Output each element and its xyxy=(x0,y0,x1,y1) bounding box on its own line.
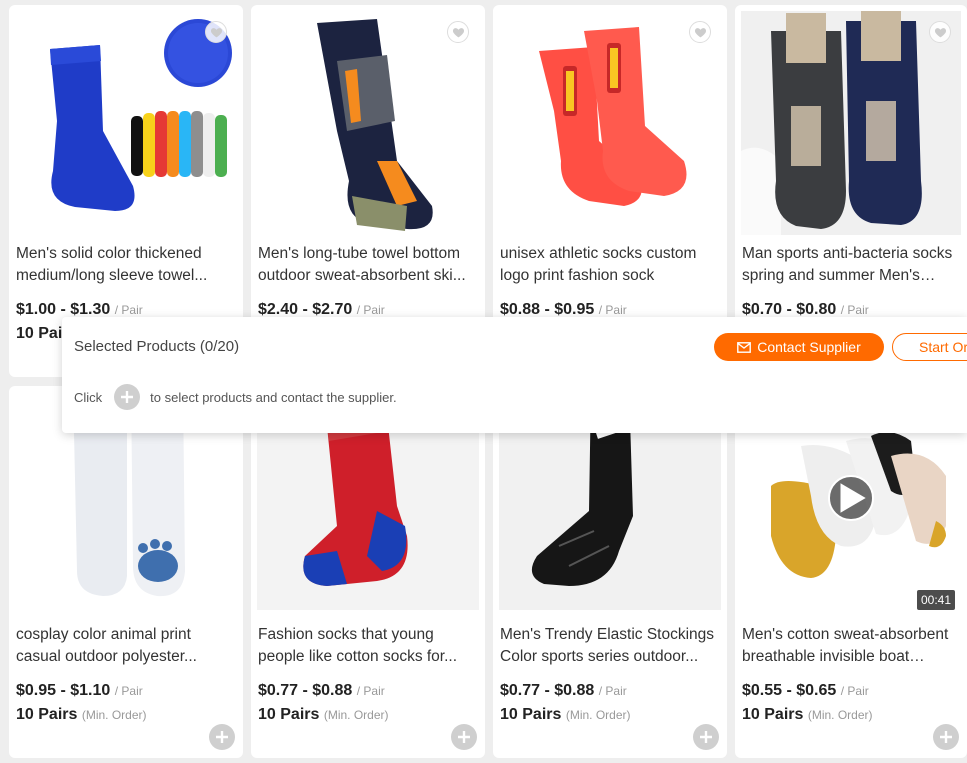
favorite-heart-icon[interactable] xyxy=(689,21,711,43)
product-price: $0.77 - $0.88 / Pair xyxy=(500,682,627,700)
price-range: $2.40 - $2.70 xyxy=(258,301,353,318)
min-order-note: (Min. Order) xyxy=(81,708,147,722)
min-order-qty: 10 Pairs xyxy=(258,706,320,723)
sock-image xyxy=(741,11,961,235)
start-order-button[interactable]: Start Or xyxy=(892,333,967,361)
price-range: $0.70 - $0.80 xyxy=(742,301,837,318)
price-unit: / Pair xyxy=(356,303,385,317)
product-title[interactable]: Fashion socks that young people like cot… xyxy=(258,624,475,668)
selected-products-count: Selected Products (0/20) xyxy=(74,338,240,355)
price-unit: / Pair xyxy=(114,303,143,317)
sock-image xyxy=(257,11,479,235)
price-unit: / Pair xyxy=(598,303,627,317)
hint-click-text: Click xyxy=(74,389,103,405)
selected-products-panel: Selected Products (0/20) Contact Supplie… xyxy=(62,317,967,433)
add-product-icon[interactable] xyxy=(693,724,719,750)
product-title[interactable]: Men's solid color thickened medium/long … xyxy=(16,243,233,287)
min-order-qty: 10 Pairs xyxy=(742,706,804,723)
min-order: 10 Pairs (Min. Order) xyxy=(258,706,389,724)
product-image[interactable] xyxy=(257,11,479,235)
add-product-icon[interactable] xyxy=(451,724,477,750)
price-unit: / Pair xyxy=(840,684,869,698)
add-product-icon[interactable] xyxy=(933,724,959,750)
price-unit: / Pair xyxy=(840,303,869,317)
price-unit: / Pair xyxy=(356,684,385,698)
min-order: 10 Pai xyxy=(16,325,62,343)
price-range: $0.88 - $0.95 xyxy=(500,301,595,318)
favorite-heart-icon[interactable] xyxy=(447,21,469,43)
product-title[interactable]: Man sports anti-bacteria socks spring an… xyxy=(742,243,957,287)
price-range: $0.95 - $1.10 xyxy=(16,682,111,699)
play-video-icon[interactable] xyxy=(828,475,874,521)
product-title[interactable]: cosplay color animal print casual outdoo… xyxy=(16,624,233,668)
hint-instruction-text: to select products and contact the suppl… xyxy=(150,389,397,405)
price-range: $0.77 - $0.88 xyxy=(258,682,353,699)
favorite-heart-icon[interactable] xyxy=(929,21,951,43)
min-order-qty: 10 Pai xyxy=(16,325,63,342)
plus-icon xyxy=(114,384,141,410)
min-order-note: (Min. Order) xyxy=(807,708,873,722)
price-range: $0.77 - $0.88 xyxy=(500,682,595,699)
min-order-note: (Min. Order) xyxy=(565,708,631,722)
start-order-label: Start Or xyxy=(919,339,967,355)
product-price: $0.77 - $0.88 / Pair xyxy=(258,682,385,700)
price-unit: / Pair xyxy=(598,684,627,698)
mail-icon xyxy=(737,341,752,353)
product-title[interactable]: unisex athletic socks custom logo print … xyxy=(500,243,717,287)
min-order-note: (Min. Order) xyxy=(323,708,389,722)
product-price: $0.55 - $0.65 / Pair xyxy=(742,682,869,700)
min-order: 10 Pairs (Min. Order) xyxy=(16,706,147,724)
product-title[interactable]: Men's cotton sweat-absorbent breathable … xyxy=(742,624,957,668)
min-order-qty: 10 Pairs xyxy=(16,706,78,723)
product-image[interactable] xyxy=(499,11,721,235)
contact-supplier-button[interactable]: Contact Supplier xyxy=(714,333,884,361)
product-card[interactable]: cosplay color animal print casual outdoo… xyxy=(9,386,243,758)
product-title[interactable]: Men's long-tube towel bottom outdoor swe… xyxy=(258,243,475,287)
product-image[interactable] xyxy=(741,11,961,235)
select-hint: Click to select products and contact the… xyxy=(74,384,397,410)
product-image[interactable] xyxy=(15,11,237,235)
favorite-heart-icon[interactable] xyxy=(205,21,227,43)
price-range: $1.00 - $1.30 xyxy=(16,301,111,318)
add-product-icon[interactable] xyxy=(209,724,235,750)
product-card[interactable]: Fashion socks that young people like cot… xyxy=(251,386,485,758)
min-order: 10 Pairs (Min. Order) xyxy=(500,706,631,724)
price-unit: / Pair xyxy=(114,684,143,698)
min-order: 10 Pairs (Min. Order) xyxy=(742,706,873,724)
product-price: $0.95 - $1.10 / Pair xyxy=(16,682,143,700)
min-order-qty: 10 Pairs xyxy=(500,706,562,723)
product-card[interactable]: Men's Trendy Elastic Stockings Color spo… xyxy=(493,386,727,758)
product-card[interactable]: 00:41 Men's cotton sweat-absorbent breat… xyxy=(735,386,967,758)
sock-image xyxy=(499,11,721,235)
price-range: $0.55 - $0.65 xyxy=(742,682,837,699)
product-title[interactable]: Men's Trendy Elastic Stockings Color spo… xyxy=(500,624,717,668)
video-duration: 00:41 xyxy=(916,590,955,610)
sock-image xyxy=(15,11,237,235)
contact-supplier-label: Contact Supplier xyxy=(757,339,861,355)
